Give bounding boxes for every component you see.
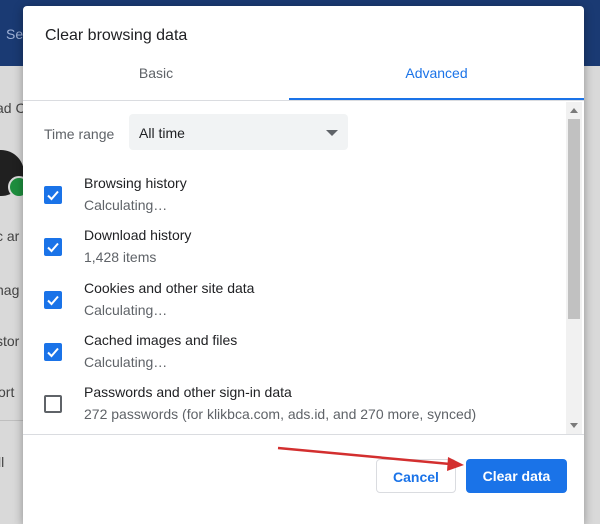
option-label: Passwords and other sign-in data (84, 384, 292, 400)
option-browsing-history[interactable]: Browsing history Calculating… (23, 175, 563, 225)
content-scrollbar[interactable] (566, 102, 582, 434)
checkmark-icon (47, 347, 59, 358)
checkmark-icon (47, 242, 59, 253)
tab-basic[interactable]: Basic (23, 58, 289, 101)
option-passwords[interactable]: Passwords and other sign-in data 272 pas… (23, 384, 563, 434)
option-label: Cookies and other site data (84, 280, 255, 296)
background-text-6: ll (0, 454, 5, 470)
checkmark-icon (47, 295, 59, 306)
checkbox-cookies[interactable] (44, 291, 62, 309)
background-text-4: stor (0, 333, 20, 349)
scroll-down-arrow-icon[interactable] (570, 423, 578, 428)
scroll-up-arrow-icon[interactable] (570, 108, 578, 113)
dialog-content: Time range All time Browsing history Cal… (23, 102, 584, 434)
checkmark-icon (47, 190, 59, 201)
option-detail: Calculating… (84, 354, 168, 370)
dropdown-caret-icon (326, 130, 338, 136)
checkbox-download-history[interactable] (44, 238, 62, 256)
option-label: Browsing history (84, 175, 187, 191)
background-text-5: ort (0, 384, 15, 400)
clear-data-button[interactable]: Clear data (466, 459, 567, 493)
background-text-2: c ar (0, 228, 20, 244)
background-text-1: ad C (0, 100, 26, 116)
option-label: Download history (84, 227, 192, 243)
time-range-label: Time range (44, 126, 115, 142)
tab-bar: Basic Advanced (23, 58, 584, 103)
checkbox-browsing-history[interactable] (44, 186, 62, 204)
background-search-text: Se (6, 26, 24, 42)
option-detail: 272 passwords (for klikbca.com, ads.id, … (84, 406, 477, 422)
option-detail: Calculating… (84, 302, 168, 318)
tab-divider (23, 100, 584, 101)
dialog-title: Clear browsing data (45, 27, 188, 44)
footer-divider (23, 434, 584, 435)
option-download-history[interactable]: Download history 1,428 items (23, 227, 563, 277)
annotation-arrow-icon (277, 446, 464, 471)
time-range-value: All time (139, 125, 185, 141)
background-text-3: nag (0, 282, 20, 298)
active-tab-indicator (289, 98, 584, 100)
option-detail: Calculating… (84, 197, 168, 213)
option-cookies[interactable]: Cookies and other site data Calculating… (23, 280, 563, 330)
option-label: Cached images and files (84, 332, 238, 348)
option-cached-images[interactable]: Cached images and files Calculating… (23, 332, 563, 382)
time-range-select[interactable]: All time (129, 114, 348, 150)
tab-advanced[interactable]: Advanced (289, 58, 584, 101)
checkbox-cached-images[interactable] (44, 343, 62, 361)
scroll-thumb[interactable] (568, 119, 580, 319)
checkbox-passwords[interactable] (44, 395, 62, 413)
option-detail: 1,428 items (84, 249, 157, 265)
